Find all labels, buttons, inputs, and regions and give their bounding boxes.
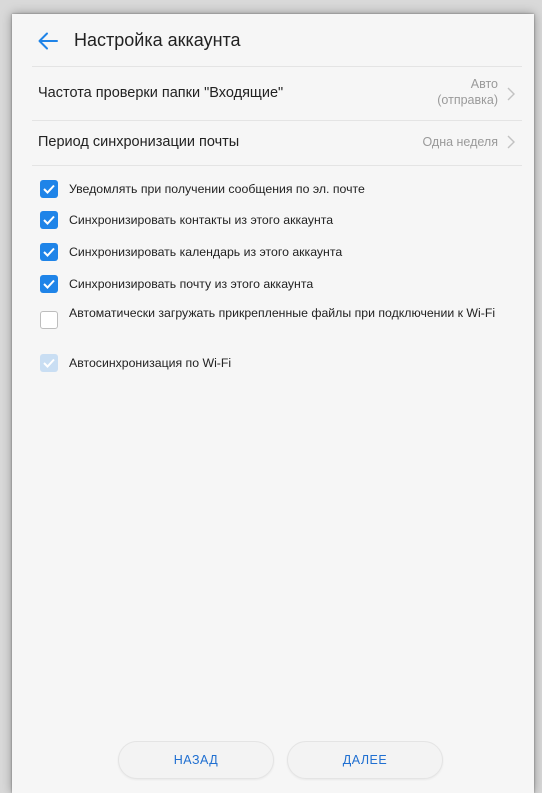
chevron-right-icon [507, 87, 515, 101]
notify-on-message-checkbox-row[interactable]: Уведомлять при получении сообщения по эл… [12, 176, 534, 204]
check-icon [43, 358, 55, 368]
check-icon [43, 279, 55, 289]
check-icon [43, 247, 55, 257]
check-icon [43, 215, 55, 225]
checkbox-unchecked[interactable] [40, 311, 58, 329]
sync-contacts-checkbox-row[interactable]: Синхронизировать контакты из этого аккау… [12, 207, 534, 235]
setting-value: Одна неделя [422, 135, 498, 149]
mail-sync-period-row[interactable]: Период синхронизации почты Одна неделя [12, 121, 534, 165]
sync-mail-checkbox-row[interactable]: Синхронизировать почту из этого аккаунта [12, 271, 534, 299]
setting-label: Частота проверки папки "Входящие" [38, 85, 284, 101]
page-title: Настройка аккаунта [74, 30, 241, 50]
settings-screen: Настройка аккаунта Частота проверки папк… [12, 14, 534, 793]
checkbox-label: Синхронизировать контакты из этого аккау… [69, 213, 334, 227]
checkbox-checked[interactable] [40, 275, 58, 293]
checkbox-label: Автоматически загружать прикрепленные фа… [69, 306, 496, 320]
arrow-left-icon [38, 32, 58, 50]
checkbox-checked[interactable] [40, 243, 58, 261]
checkbox-label: Автосинхронизация по Wi-Fi [69, 356, 232, 370]
inbox-check-frequency-row[interactable]: Частота проверки папки "Входящие" Авто (… [12, 67, 534, 120]
next-button[interactable]: ДАЛЕЕ [287, 741, 443, 779]
header-bar: Настройка аккаунта [12, 14, 534, 66]
chevron-right-icon [507, 135, 515, 149]
checkbox-label: Синхронизировать почту из этого аккаунта [69, 277, 314, 291]
checkbox-label: Синхронизировать календарь из этого акка… [69, 245, 343, 259]
setting-value: Авто (отправка) [437, 77, 498, 107]
auto-download-attachments-checkbox-row[interactable]: Автоматически загружать прикрепленные фа… [12, 303, 534, 345]
checkbox-label: Уведомлять при получении сообщения по эл… [69, 182, 365, 196]
checkbox-checked[interactable] [40, 180, 58, 198]
back-arrow-button[interactable] [34, 28, 62, 54]
setting-label: Период синхронизации почты [38, 134, 240, 150]
sync-calendar-checkbox-row[interactable]: Синхронизировать календарь из этого акка… [12, 239, 534, 267]
checkbox-checked[interactable] [40, 211, 58, 229]
wifi-autosync-checkbox-row: Автосинхронизация по Wi-Fi [12, 350, 534, 378]
check-icon [43, 184, 55, 194]
checkbox-checked-disabled [40, 354, 58, 372]
row-divider [32, 165, 522, 166]
back-button[interactable]: НАЗАД [118, 741, 274, 779]
